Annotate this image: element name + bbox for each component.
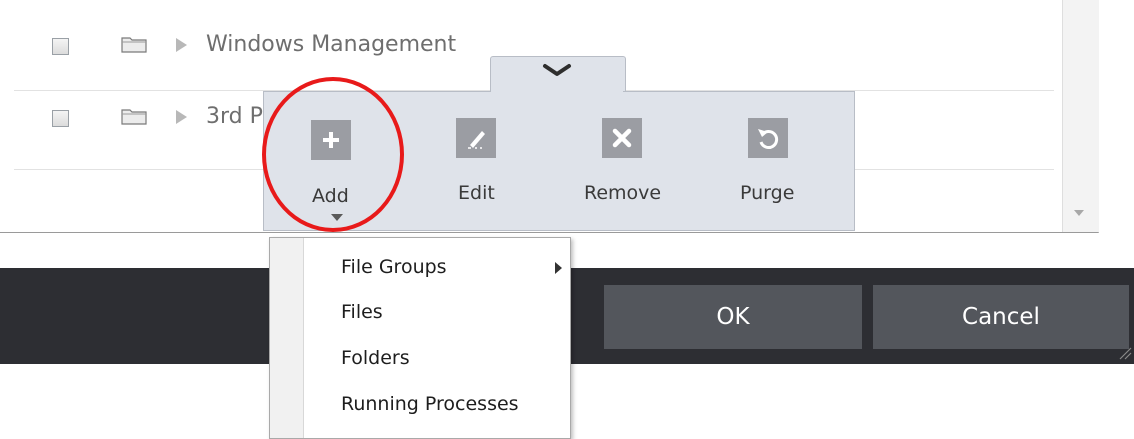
purge-label[interactable]: Purge [740,182,794,204]
menu-item-running-processes[interactable]: Running Processes [341,393,519,415]
pencil-icon [468,131,485,149]
highlight-circle [262,77,404,232]
menu-item-files[interactable]: Files [341,301,383,323]
menu-item-folders[interactable]: Folders [341,347,410,369]
cancel-button[interactable]: Cancel [873,285,1129,349]
scroll-down-arrow-icon[interactable] [1074,210,1084,216]
edit-button[interactable] [456,118,496,158]
submenu-arrow-icon [555,262,562,274]
row-label: Windows Management [206,32,457,57]
refresh-icon [758,129,779,149]
folder-icon [121,109,147,125]
remove-button[interactable] [602,118,642,158]
resize-grip-icon[interactable] [1118,346,1132,360]
toolbar-tab-joint [491,90,623,94]
row-label: 3rd P [206,104,263,129]
folder-icon [121,37,147,53]
row-checkbox[interactable] [52,110,69,127]
menu-item-file-groups[interactable]: File Groups [341,256,447,278]
row-checkbox[interactable] [52,38,69,55]
add-dropdown-menu: File Groups Files Folders Running Proces… [269,237,571,439]
remove-label[interactable]: Remove [584,182,661,204]
edit-label[interactable]: Edit [458,182,495,204]
vertical-scrollbar[interactable] [1062,0,1099,232]
chevron-down-icon[interactable] [542,62,572,80]
expand-triangle-icon[interactable] [176,110,187,124]
menu-icon-column [270,238,304,438]
purge-button[interactable] [748,118,788,158]
expand-triangle-icon[interactable] [176,38,187,52]
x-icon [612,128,632,148]
ok-button[interactable]: OK [604,285,862,349]
